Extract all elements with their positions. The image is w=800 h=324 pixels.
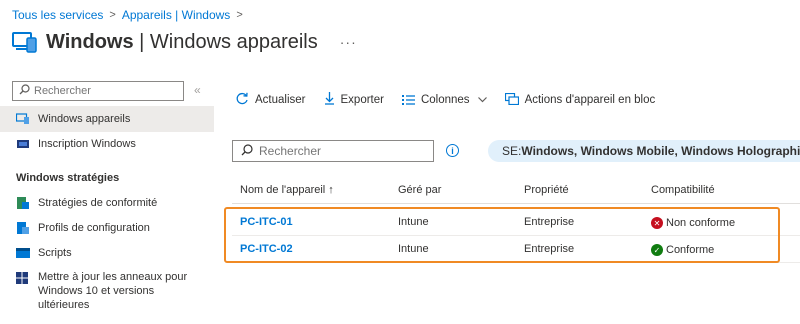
section-heading-windows-policies: Windows stratégies (16, 172, 120, 184)
page-title-bold: Windows (46, 30, 134, 53)
bulk-device-actions-button[interactable]: Actions d'appareil en bloc (504, 92, 656, 108)
sidebar-item-windows-update-rings[interactable]: Mettre à jour les anneaux pour Windows 1… (0, 270, 200, 312)
main-search-input[interactable] (259, 144, 419, 158)
column-header-compliance[interactable]: Compatibilité (651, 184, 715, 196)
device-name-link[interactable]: PC-ITC-02 (240, 243, 293, 255)
breadcrumb: Tous les services > Appareils | Windows … (12, 8, 249, 22)
toolbar: Actualiser Exporter Colonnes Actions d'a… (236, 92, 673, 108)
breadcrumb-separator-2: > (236, 9, 243, 21)
windows-devices-icon (12, 30, 38, 54)
check-icon: ✓ (651, 244, 663, 256)
breadcrumb-separator-1: > (109, 9, 116, 21)
export-label: Exporter (340, 94, 384, 106)
scripts-icon (16, 247, 30, 259)
search-icon (241, 143, 253, 159)
sidebar-item-label: Scripts (38, 247, 72, 259)
sidebar-item-label: Windows appareils (38, 113, 131, 125)
export-button[interactable]: Exporter (324, 92, 384, 108)
sidebar-item-configuration-profiles[interactable]: Profils de configuration (0, 215, 214, 241)
breadcrumb-all-services[interactable]: Tous les services (12, 8, 103, 22)
managed-by-cell: Intune (398, 216, 429, 228)
managed-by-cell: Intune (398, 243, 429, 255)
sidebar-search[interactable] (12, 81, 184, 101)
page-title: Windows | Windows appareils (46, 31, 318, 54)
info-icon[interactable]: i (446, 144, 459, 157)
more-options-button[interactable]: ··· (340, 34, 357, 50)
compliance-icon (16, 197, 30, 209)
sidebar-search-input[interactable] (34, 85, 174, 97)
collapse-sidebar-button[interactable]: « (194, 83, 201, 97)
filter-label: SE: (502, 144, 522, 158)
sidebar-item-compliance-policies[interactable]: Stratégies de conformité (0, 190, 214, 216)
search-icon (19, 84, 30, 98)
config-icon (16, 222, 30, 234)
ownership-cell: Entreprise (524, 243, 575, 255)
ownership-cell: Entreprise (524, 216, 575, 228)
columns-button[interactable]: Colonnes (401, 93, 487, 108)
compliance-cell: ✕ Non conforme (651, 217, 735, 229)
refresh-label: Actualiser (255, 94, 306, 106)
column-header-device-name[interactable]: Nom de l'appareil ↑ (240, 184, 334, 196)
columns-label: Colonnes (420, 94, 470, 106)
sidebar-item-windows-enrollment[interactable]: Inscription Windows (0, 131, 214, 157)
enrollment-icon (16, 138, 30, 150)
bulk-actions-label: Actions d'appareil en bloc (524, 94, 656, 106)
sidebar-item-windows-devices[interactable]: Windows appareils (0, 106, 214, 132)
sidebar-item-label: Profils de configuration (38, 222, 150, 234)
download-icon (324, 92, 335, 108)
compliance-cell: ✓ Conforme (651, 244, 714, 256)
sidebar-item-scripts[interactable]: Scripts (0, 240, 214, 266)
page-header: Windows | Windows appareils ··· (12, 30, 357, 54)
columns-icon (401, 93, 415, 108)
error-icon: ✕ (651, 217, 663, 229)
refresh-button[interactable]: Actualiser (236, 92, 306, 108)
column-header-ownership[interactable]: Propriété (524, 184, 569, 196)
sidebar-item-label: Inscription Windows (38, 138, 136, 150)
chevron-down-icon (477, 94, 487, 106)
refresh-icon (236, 92, 249, 108)
compliance-status: Non conforme (666, 217, 736, 229)
breadcrumb-devices-windows[interactable]: Appareils | Windows (122, 8, 231, 22)
sidebar-item-label: Stratégies de conformité (38, 197, 158, 209)
device-name-link[interactable]: PC-ITC-01 (240, 216, 293, 228)
row-divider (232, 262, 800, 263)
devices-icon (15, 113, 30, 125)
compliance-status: Conforme (666, 244, 715, 256)
sidebar-item-label: Mettre à jour les anneaux pour Windows 1… (38, 271, 188, 311)
main-search[interactable] (232, 140, 434, 162)
filter-value: Windows, Windows Mobile, Windows Hologra… (521, 144, 800, 158)
os-filter-pill[interactable]: SE: Windows, Windows Mobile, Windows Hol… (488, 140, 800, 162)
row-divider (232, 235, 800, 236)
bulk-actions-icon (504, 92, 519, 108)
windows-update-icon (16, 272, 30, 284)
column-header-managed-by[interactable]: Géré par (398, 184, 441, 196)
sidebar: « Windows appareils Inscription Windows … (0, 76, 214, 324)
table-header-divider (232, 203, 800, 204)
page-title-rest: | Windows appareils (133, 30, 318, 53)
